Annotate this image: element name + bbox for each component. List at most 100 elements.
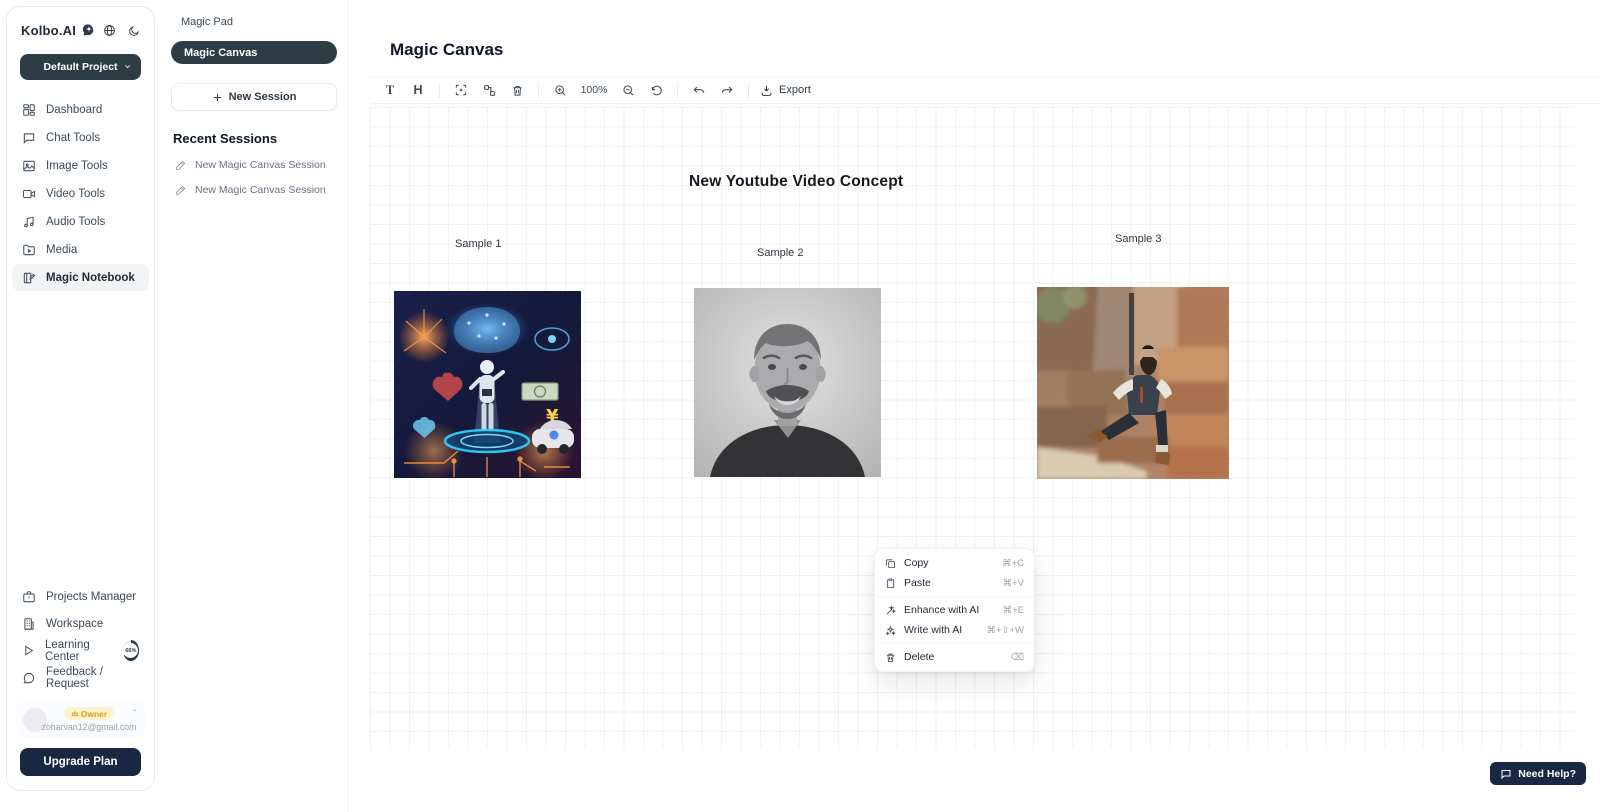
sample-2-label[interactable]: Sample 2 [757, 247, 803, 259]
magic-wand-icon [885, 605, 896, 616]
upgrade-plan-button[interactable]: Upgrade Plan [20, 748, 141, 776]
ai-select-tool-button[interactable] [449, 79, 473, 101]
video-camera-icon [22, 187, 36, 201]
shortcut-hint: ⌘+V [1003, 578, 1024, 589]
shortcut-hint: ⌘+C [1002, 558, 1024, 569]
canvas-heading-text[interactable]: New Youtube Video Concept [689, 173, 903, 191]
user-email: zoharvan12@gmail.com [42, 722, 137, 732]
media-folder-icon [22, 243, 36, 257]
sidebar-item-audio-tools[interactable]: Audio Tools [12, 208, 149, 235]
workflow-nodes-icon [483, 84, 496, 97]
brain-logo-icon [81, 23, 96, 38]
sidebar-item-chat-tools[interactable]: Chat Tools [12, 124, 149, 151]
trash-icon [511, 84, 524, 97]
context-menu-item-delete[interactable]: Delete ⌫ [875, 647, 1034, 667]
pencil-icon [175, 160, 186, 171]
sidebar-item-label: Projects Manager [46, 591, 136, 603]
zoom-level: 100% [580, 84, 608, 96]
context-menu-label: Write with AI [904, 624, 962, 636]
zoom-in-button[interactable] [548, 79, 572, 101]
sidebar-item-label: Video Tools [46, 188, 105, 200]
trash-icon [885, 652, 896, 663]
need-help-button[interactable]: Need Help? [1490, 762, 1586, 785]
sidebar: Kolbo.AI Default Project Dashboard Chat … [6, 6, 155, 791]
context-menu-item-copy[interactable]: Copy ⌘+C [875, 553, 1034, 573]
chat-bubble-icon [22, 131, 36, 145]
context-menu-label: Paste [904, 577, 931, 589]
export-label: Export [779, 84, 811, 96]
brand-name: Kolbo.AI [21, 23, 76, 38]
sidebar-item-label: Chat Tools [46, 132, 100, 144]
need-help-label: Need Help? [1518, 768, 1576, 780]
sample-1-label[interactable]: Sample 1 [455, 238, 501, 250]
sample-image-ai-robot[interactable]: ¥ [394, 291, 581, 478]
sidebar-item-media[interactable]: Media [12, 236, 149, 263]
sidebar-item-projects-manager[interactable]: Projects Manager [12, 583, 149, 610]
sidebar-header: Kolbo.AI [7, 23, 154, 38]
download-icon [760, 84, 773, 97]
toolbar-divider [439, 82, 440, 98]
sidebar-item-label: Workspace [46, 618, 103, 630]
sample-3-label[interactable]: Sample 3 [1115, 233, 1161, 245]
plus-icon [212, 92, 223, 103]
context-menu-item-enhance-with-ai[interactable]: Enhance with AI ⌘+E [875, 600, 1034, 620]
panel-item-magic-canvas[interactable]: Magic Canvas [171, 41, 337, 64]
panel-item-magic-pad[interactable]: Magic Pad [171, 14, 337, 28]
sidebar-item-magic-notebook[interactable]: Magic Notebook [12, 264, 149, 291]
context-menu-item-paste[interactable]: Paste ⌘+V [875, 573, 1034, 593]
context-menu-item-write-with-ai[interactable]: Write with AI ⌘+⇧+W [875, 620, 1034, 640]
learning-progress-ring: 66% [123, 640, 139, 661]
session-list-item[interactable]: New Magic Canvas Session [171, 159, 337, 171]
sidebar-item-video-tools[interactable]: Video Tools [12, 180, 149, 207]
sample-image-portrait[interactable] [694, 288, 881, 477]
main-area: Magic Canvas T H 100% [348, 0, 1600, 812]
briefcase-icon [22, 590, 36, 604]
sidebar-item-workspace[interactable]: Workspace [12, 610, 149, 637]
language-globe-icon[interactable] [103, 24, 116, 37]
user-account-card[interactable]: Owner zoharvan12@gmail.com [16, 701, 145, 738]
export-button[interactable]: Export [760, 84, 811, 97]
undo-button[interactable] [687, 79, 711, 101]
session-label: New Magic Canvas Session [195, 159, 326, 171]
zoom-out-icon [622, 84, 635, 97]
zoom-out-button[interactable] [616, 79, 640, 101]
shortcut-hint: ⌘+E [1003, 605, 1024, 616]
sidebar-item-feedback-request[interactable]: Feedback / Request [12, 664, 149, 691]
reset-view-button[interactable] [644, 79, 668, 101]
heading-tool-button[interactable]: H [406, 79, 430, 101]
pencil-icon [175, 185, 186, 196]
zoom-in-icon [554, 84, 567, 97]
sample-image-ruins[interactable] [1037, 287, 1229, 479]
dashboard-icon [22, 103, 36, 117]
rotate-ccw-icon [650, 84, 663, 97]
sidebar-item-label: Feedback / Request [46, 666, 139, 690]
sidebar-nav: Dashboard Chat Tools Image Tools Video T… [7, 96, 154, 291]
delete-tool-button[interactable] [505, 79, 529, 101]
sidebar-item-learning-center[interactable]: Learning Center 66% [12, 637, 149, 664]
music-note-icon [22, 215, 36, 229]
new-session-label: New Session [229, 91, 297, 103]
connector-tool-button[interactable] [477, 79, 501, 101]
image-icon [22, 159, 36, 173]
sidebar-item-label: Audio Tools [46, 216, 105, 228]
sidebar-item-label: Media [46, 244, 77, 256]
project-selector-label: Default Project [43, 61, 117, 73]
building-icon [22, 617, 36, 631]
paste-icon [885, 578, 896, 589]
context-menu-label: Delete [904, 651, 934, 663]
sidebar-item-dashboard[interactable]: Dashboard [12, 96, 149, 123]
sparkles-icon [885, 625, 896, 636]
text-tool-button[interactable]: T [378, 79, 402, 101]
dark-mode-moon-icon[interactable] [128, 25, 140, 37]
redo-button[interactable] [715, 79, 739, 101]
page-title: Magic Canvas [390, 40, 503, 60]
shortcut-hint: ⌘+⇧+W [986, 625, 1024, 636]
new-session-button[interactable]: New Session [171, 83, 337, 111]
recent-sessions-heading: Recent Sessions [173, 131, 337, 146]
session-list-item[interactable]: New Magic Canvas Session [171, 184, 337, 196]
session-label: New Magic Canvas Session [195, 184, 326, 196]
project-selector[interactable]: Default Project [20, 54, 141, 80]
sidebar-item-label: Learning Center [45, 639, 109, 663]
magic-canvas-grid[interactable]: New Youtube Video Concept Sample 1 Sampl… [370, 107, 1577, 750]
sidebar-item-image-tools[interactable]: Image Tools [12, 152, 149, 179]
